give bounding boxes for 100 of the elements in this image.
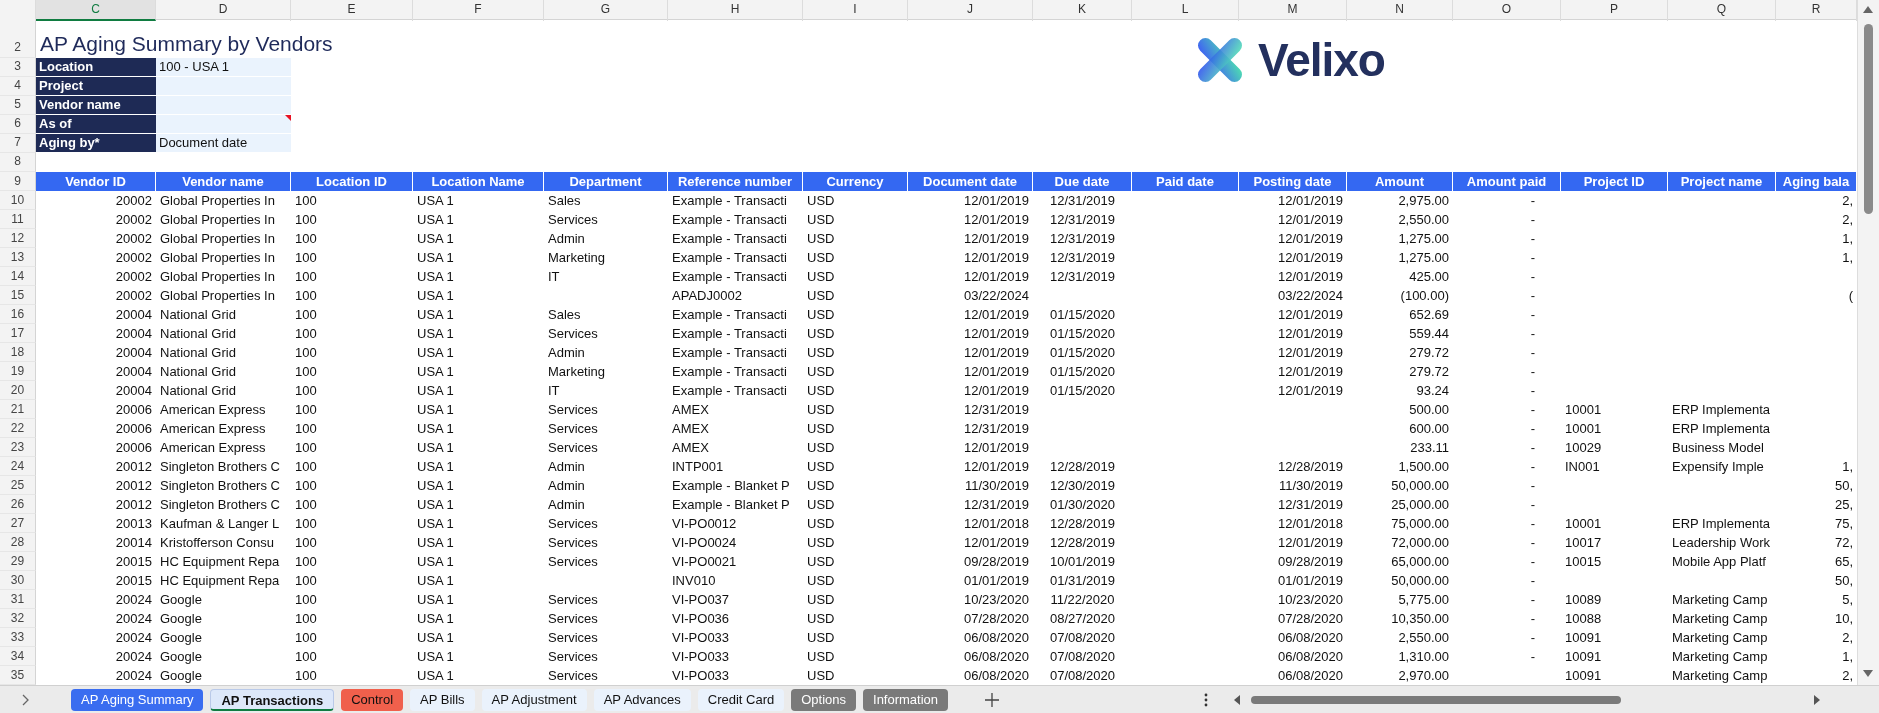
table-cell-text: USD	[806, 211, 836, 229]
table-cell-text: -	[1529, 211, 1536, 229]
table-cell-text: HC Equipment Repa	[159, 553, 281, 571]
sheet-tab[interactable]: AP Adjustment	[481, 688, 587, 711]
column-letter[interactable]: N	[1347, 0, 1453, 21]
column-letter[interactable]: C	[36, 0, 156, 21]
table-cell-text: 65,000.00	[1390, 553, 1450, 571]
row-number: 26	[0, 495, 36, 514]
table-cell-text: 20012	[114, 496, 153, 514]
sheet-tab[interactable]: Information	[863, 688, 949, 711]
table-cell-text: -	[1529, 496, 1536, 514]
table-cell-text: USA 1	[416, 230, 455, 248]
table-cell-text: 2,	[1841, 192, 1854, 210]
table-cell-text: 2,970.00	[1397, 667, 1450, 685]
column-letter[interactable]: F	[413, 0, 544, 21]
column-letter[interactable]: M	[1239, 0, 1347, 21]
sheet-tab[interactable]: Credit Card	[697, 688, 785, 711]
table-cell-text: Singleton Brothers C	[159, 458, 281, 476]
table-cell-text: 100	[294, 553, 318, 571]
table-cell-text: 12/01/2019	[962, 534, 1030, 552]
table-cell-text: USA 1	[416, 363, 455, 381]
table-cell-text: 12/01/2019	[1276, 211, 1344, 229]
sheet-tab[interactable]: AP Advances	[593, 688, 691, 711]
column-header: Reference number	[668, 172, 803, 191]
column-header: Posting date	[1239, 172, 1347, 191]
table-cell-text: 12/30/2019	[1048, 477, 1117, 495]
table-cell-text: Google	[159, 591, 203, 609]
sheet-tab[interactable]: AP Aging Summary	[71, 688, 204, 711]
column-letter[interactable]: P	[1561, 0, 1668, 21]
table-cell-text: 12/01/2019	[962, 192, 1030, 210]
table-cell-text: USD	[806, 629, 836, 647]
table-cell-text: 20024	[114, 667, 153, 685]
column-letter[interactable]: O	[1453, 0, 1561, 21]
table-cell-text: 12/31/2019	[1276, 496, 1344, 514]
row-number: 12	[0, 229, 36, 248]
table-cell-text: 06/08/2020	[962, 648, 1030, 666]
row-number: 33	[0, 628, 36, 647]
more-icon[interactable]	[1204, 692, 1209, 707]
table-cell-text: Google	[159, 648, 203, 666]
table-cell-text: USA 1	[416, 382, 455, 400]
table-cell-text: 12/01/2019	[1276, 325, 1344, 343]
parameter-value[interactable]: Document date	[156, 134, 291, 152]
column-letter[interactable]: L	[1132, 0, 1239, 21]
table-cell-text: 06/08/2020	[1276, 667, 1344, 685]
table-cell-text: Services	[547, 211, 599, 229]
sheet-title: AP Aging Summary by Vendors	[39, 31, 334, 57]
table-cell-text: National Grid	[159, 306, 237, 324]
table-cell-text: VI-PO0021	[671, 553, 738, 571]
column-letter[interactable]: Q	[1668, 0, 1776, 21]
column-letter[interactable]: H	[668, 0, 803, 21]
table-cell-text: Mobile App Platf	[1671, 553, 1767, 571]
table-cell-text: 20006	[114, 401, 153, 419]
table-cell-text: IT	[547, 382, 561, 400]
sheet-tab[interactable]: Options	[791, 688, 857, 711]
sheet-tab[interactable]: AP Bills	[410, 688, 475, 711]
row-number: 35	[0, 666, 36, 685]
table-cell-text: 12/01/2019	[962, 268, 1030, 286]
column-letter[interactable]: K	[1033, 0, 1132, 21]
table-cell-text: 600.00	[1408, 420, 1450, 438]
parameter-value[interactable]: 100 - USA 1	[156, 58, 291, 76]
table-cell-text: ERP Implementa	[1671, 515, 1772, 533]
table-cell-text: 01/15/2020	[1048, 306, 1117, 324]
table-cell-text: 20002	[114, 249, 153, 267]
table-cell-text: 11/30/2019	[963, 477, 1030, 495]
parameter-label: Project	[36, 77, 156, 95]
table-cell-text: 20012	[114, 477, 153, 495]
column-letter[interactable]: I	[803, 0, 908, 21]
vertical-scrollbar[interactable]	[1857, 0, 1879, 685]
table-cell-text: 20006	[114, 420, 153, 438]
column-letter[interactable]: D	[156, 0, 291, 21]
table-cell-text: 100	[294, 382, 318, 400]
table-cell-text: 01/30/2020	[1048, 496, 1117, 514]
sheet-tab[interactable]: Control	[341, 688, 404, 711]
table-cell-text: Admin	[547, 477, 586, 495]
add-icon[interactable]	[985, 692, 1000, 707]
table-cell-text: Kristofferson Consu	[159, 534, 275, 552]
table-cell-text: USD	[806, 363, 836, 381]
table-cell-text: ERP Implementa	[1671, 401, 1772, 419]
table-cell-text: Services	[547, 325, 599, 343]
sheet-tab[interactable]: AP Transactions	[210, 688, 335, 711]
table-cell-text: USD	[806, 382, 836, 400]
table-cell-text: Admin	[547, 230, 586, 248]
table-cell-text: AMEX	[671, 420, 710, 438]
table-cell-text: 20004	[114, 325, 153, 343]
row-number: 31	[0, 590, 36, 609]
column-letter[interactable]: J	[908, 0, 1033, 21]
table-cell-text: -	[1529, 287, 1536, 305]
table-cell-text: 10001	[1564, 515, 1603, 533]
row-number: 9	[0, 172, 36, 191]
column-header: Department	[544, 172, 668, 191]
column-letter[interactable]: G	[544, 0, 668, 21]
table-cell-text: -	[1529, 230, 1536, 248]
table-cell-text: Services	[547, 667, 599, 685]
chevron-right-icon[interactable]	[20, 693, 30, 706]
column-letter[interactable]: E	[291, 0, 413, 21]
column-header: Vendor ID	[36, 172, 156, 191]
column-header: Project name	[1668, 172, 1776, 191]
table-cell-text: Marketing	[547, 363, 607, 381]
table-cell-text: USD	[806, 287, 836, 305]
table-cell-text: USA 1	[416, 306, 455, 324]
